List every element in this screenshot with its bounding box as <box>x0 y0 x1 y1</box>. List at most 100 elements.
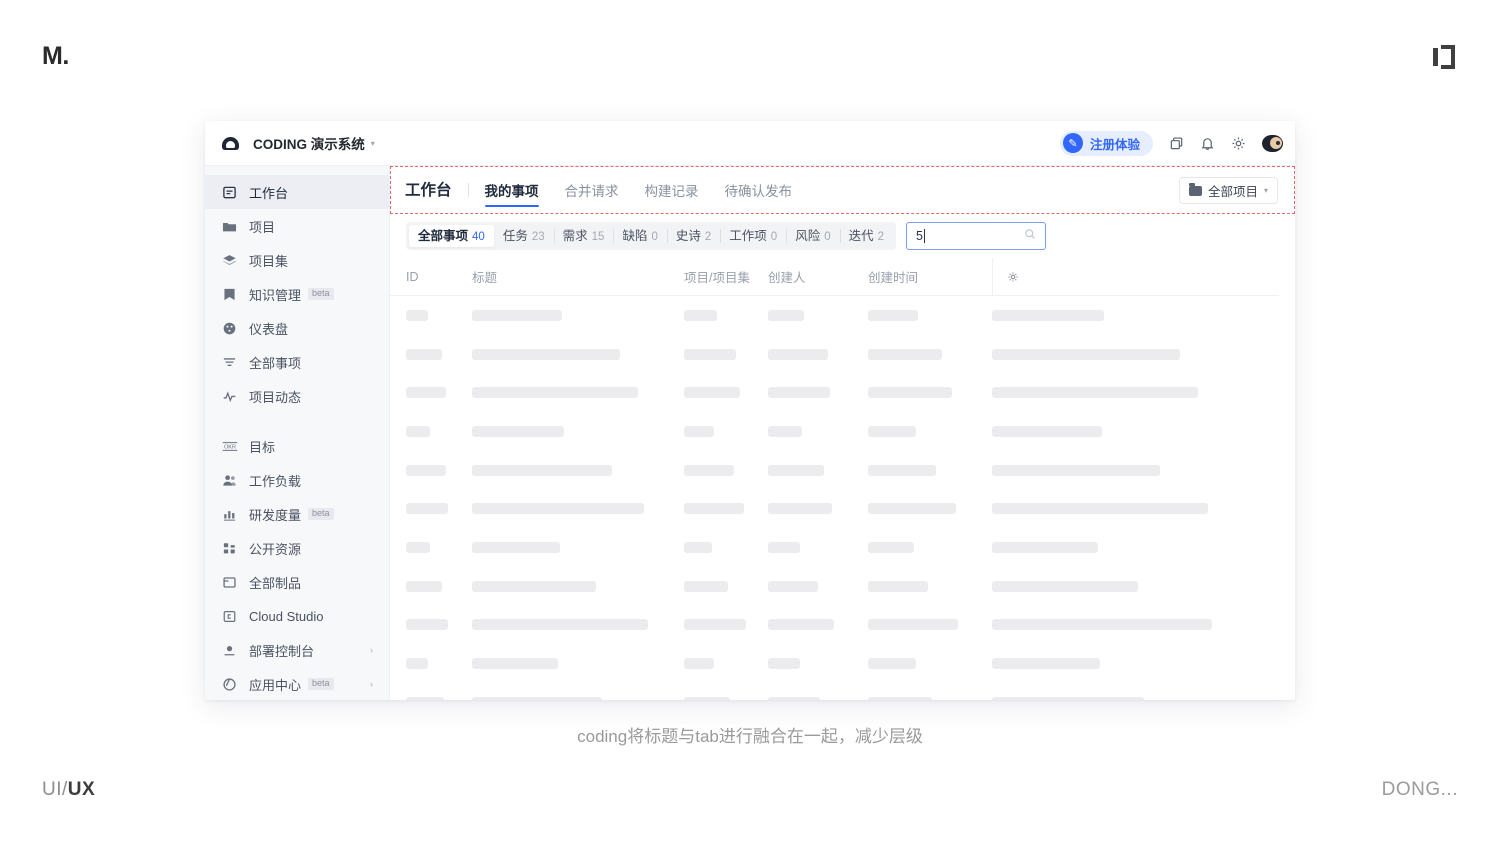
register-trial-button[interactable]: ✎ 注册体验 <box>1060 131 1153 156</box>
filter-chip-task[interactable]: 任务 23 <box>494 225 554 247</box>
okr-icon: OKR <box>221 438 238 455</box>
table-row[interactable] <box>406 451 1295 490</box>
sidebar-item-all-issues[interactable]: 全部事项 <box>205 345 389 379</box>
table-row[interactable] <box>406 412 1295 451</box>
sidebar-item-knowledge[interactable]: 知识管理 beta <box>205 277 389 311</box>
sidebar-item-label: 部署控制台 <box>249 641 314 660</box>
sidebar-item-label: 应用中心 <box>249 675 301 694</box>
chevron-down-icon[interactable]: ▾ <box>371 139 375 148</box>
table-row[interactable] <box>406 644 1295 683</box>
tab-my-issues[interactable]: 我的事项 <box>485 180 539 213</box>
copy-icon[interactable] <box>1169 136 1184 151</box>
filter-chip-risk[interactable]: 风险 0 <box>786 225 839 247</box>
sidebar-item-public-resources[interactable]: 公开资源 <box>205 531 389 565</box>
table-cell <box>472 697 684 700</box>
sidebar-item-workload[interactable]: 工作负载 <box>205 463 389 497</box>
table-row[interactable] <box>406 606 1295 645</box>
skeleton-bar <box>868 426 916 437</box>
skeleton-bar <box>768 426 802 437</box>
column-header-title[interactable]: 标题 <box>472 267 684 286</box>
svg-text:OKR: OKR <box>223 444 235 450</box>
search-input[interactable]: 5 <box>906 222 1046 250</box>
skeleton-bar <box>768 658 800 669</box>
skeleton-bar <box>684 387 740 398</box>
sidebar-item-app-center[interactable]: 应用中心 beta › <box>205 667 389 700</box>
column-header-id[interactable]: ID <box>406 270 472 284</box>
sidebar-item-project-sets[interactable]: 项目集 <box>205 243 389 277</box>
column-header-project[interactable]: 项目/项目集 <box>684 267 768 286</box>
sidebar-item-metrics[interactable]: 研发度量 beta <box>205 497 389 531</box>
table-row[interactable] <box>406 373 1295 412</box>
folder-icon <box>221 218 238 235</box>
skeleton-bar <box>406 426 430 437</box>
filter-chip-iteration[interactable]: 迭代 2 <box>840 225 893 247</box>
table-row[interactable] <box>406 528 1295 567</box>
sidebar-item-label: 研发度量 <box>249 505 301 524</box>
bell-icon[interactable] <box>1200 136 1215 151</box>
filter-row: 全部事项 40 任务 23 需求 15 缺陷 0 <box>390 214 1295 258</box>
filter-chip-count: 40 <box>472 231 485 243</box>
filter-chip-all[interactable]: 全部事项 40 <box>409 225 494 247</box>
table-cell <box>472 387 684 398</box>
filter-chip-defect[interactable]: 缺陷 0 <box>613 225 666 247</box>
sidebar-item-label: 项目动态 <box>249 387 301 406</box>
avatar[interactable] <box>1262 135 1283 152</box>
table-cell <box>768 542 868 553</box>
skeleton-bar <box>684 542 712 553</box>
footer-left-label: UI/UX <box>42 779 95 801</box>
tab-build-records[interactable]: 构建记录 <box>645 180 699 213</box>
chevron-right-icon[interactable]: › <box>370 679 373 689</box>
table-row[interactable] <box>406 683 1295 700</box>
sidebar-item-okr[interactable]: OKR 目标 <box>205 429 389 463</box>
sidebar-item-workbench[interactable]: 工作台 <box>205 175 389 209</box>
table-row[interactable] <box>406 296 1295 335</box>
text-cursor <box>924 229 925 243</box>
table-cell <box>406 697 472 700</box>
column-header-creator[interactable]: 创建人 <box>768 267 868 286</box>
table-cell <box>992 619 1272 630</box>
beta-badge: beta <box>308 288 334 300</box>
table-row[interactable] <box>406 567 1295 606</box>
sidebar-item-dashboard[interactable]: 仪表盘 <box>205 311 389 345</box>
column-header-created-at[interactable]: 创建时间 <box>868 267 992 286</box>
skeleton-bar <box>868 658 916 669</box>
code-box-icon <box>221 608 238 625</box>
brand-area[interactable]: CODING 演示系统 ▾ <box>205 130 375 156</box>
chevron-right-icon[interactable]: › <box>370 645 373 655</box>
table-row[interactable] <box>406 335 1295 374</box>
sidebar-item-activity[interactable]: 项目动态 <box>205 379 389 413</box>
sidebar-item-artifacts[interactable]: 全部制品 <box>205 565 389 599</box>
sidebar-item-label: 知识管理 <box>249 285 301 304</box>
gear-icon[interactable] <box>1231 136 1246 151</box>
dashboard-icon <box>221 184 238 201</box>
skeleton-bar <box>868 349 942 360</box>
table-row[interactable] <box>406 489 1295 528</box>
tab-pending-release[interactable]: 待确认发布 <box>725 180 793 213</box>
skeleton-bar <box>768 465 824 476</box>
skeleton-bar <box>472 503 644 514</box>
table-cell <box>768 465 868 476</box>
filter-chip-requirement[interactable]: 需求 15 <box>554 225 614 247</box>
table-cell <box>868 658 992 669</box>
skeleton-bar <box>406 503 448 514</box>
table-cell <box>768 426 868 437</box>
table-cell <box>768 658 868 669</box>
sidebar-item-deploy-console[interactable]: 部署控制台 › <box>205 633 389 667</box>
table-cell <box>992 426 1272 437</box>
table-cell <box>768 310 868 321</box>
project-filter-select[interactable]: 全部项目 ▾ <box>1179 177 1278 204</box>
table-cell <box>684 387 768 398</box>
table-cell <box>472 349 684 360</box>
column-settings-button[interactable] <box>992 258 1019 296</box>
skeleton-bar <box>868 697 932 700</box>
table-cell <box>684 619 768 630</box>
tab-merge-requests[interactable]: 合并请求 <box>565 180 619 213</box>
filter-chip-epic[interactable]: 史诗 2 <box>667 225 720 247</box>
table-cell <box>406 542 472 553</box>
footer-right-label: DONG... <box>1382 779 1458 801</box>
sidebar-item-projects[interactable]: 项目 <box>205 209 389 243</box>
table-cell <box>472 542 684 553</box>
filter-chip-count: 0 <box>824 231 830 243</box>
sidebar-item-cloud-studio[interactable]: Cloud Studio <box>205 599 389 633</box>
filter-chip-workitem[interactable]: 工作项 0 <box>720 225 786 247</box>
